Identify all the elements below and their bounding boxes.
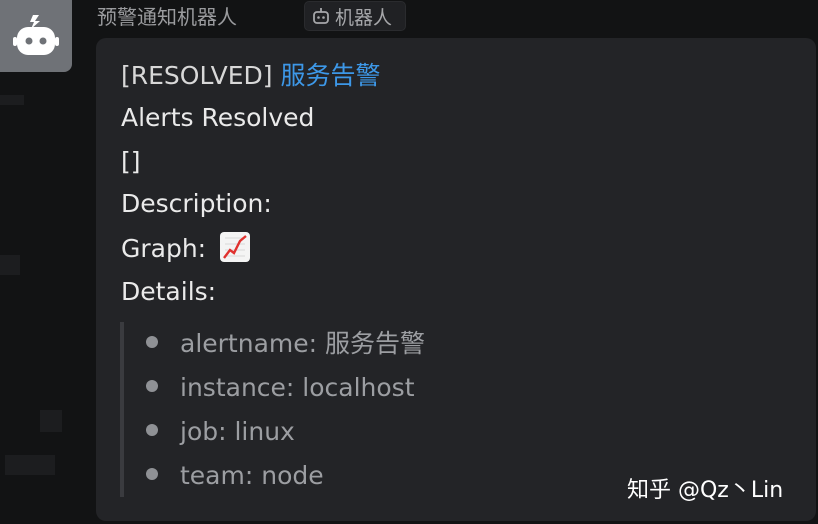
list-item: alertname: 服务告警	[146, 328, 425, 360]
details-quote-bar	[120, 322, 124, 497]
robot-icon	[13, 15, 59, 55]
bullet-icon	[146, 380, 158, 392]
chart-increasing-icon[interactable]	[220, 232, 251, 262]
description-label: Description:	[121, 189, 272, 218]
title-link[interactable]: 服务告警	[281, 61, 381, 90]
bot-badge: 机器人	[304, 1, 406, 31]
detail-text: instance: localhost	[180, 373, 415, 402]
title-status-prefix: [RESOLVED]	[121, 61, 273, 90]
list-item: instance: localhost	[146, 372, 415, 404]
message-title: [RESOLVED] 服务告警	[121, 60, 381, 92]
details-label: Details:	[121, 277, 217, 306]
robot-badge-icon	[313, 8, 329, 24]
background-artifact	[0, 255, 20, 275]
bullet-icon	[146, 468, 158, 480]
sender-name[interactable]: 预警通知机器人	[97, 2, 237, 32]
background-artifact	[40, 410, 62, 432]
bot-badge-label: 机器人	[335, 6, 393, 29]
bullet-icon	[146, 424, 158, 436]
background-artifact	[0, 95, 24, 105]
status-text: Alerts Resolved	[121, 103, 315, 132]
detail-text: team: node	[180, 461, 324, 490]
bullet-icon	[146, 336, 158, 348]
graph-row: Graph:	[121, 232, 251, 265]
detail-text: alertname: 服务告警	[180, 329, 425, 358]
list-item: team: node	[146, 460, 324, 492]
background-artifact	[5, 455, 55, 475]
bot-avatar[interactable]	[0, 0, 72, 72]
message-card: [RESOLVED] 服务告警 Alerts Resolved [] Descr…	[96, 38, 816, 521]
graph-label: Graph:	[121, 234, 207, 263]
list-item: job: linux	[146, 416, 295, 448]
detail-text: job: linux	[180, 417, 295, 446]
list-marker-text: []	[121, 147, 141, 176]
watermark: 知乎 @Qz丶Lin	[627, 478, 784, 503]
